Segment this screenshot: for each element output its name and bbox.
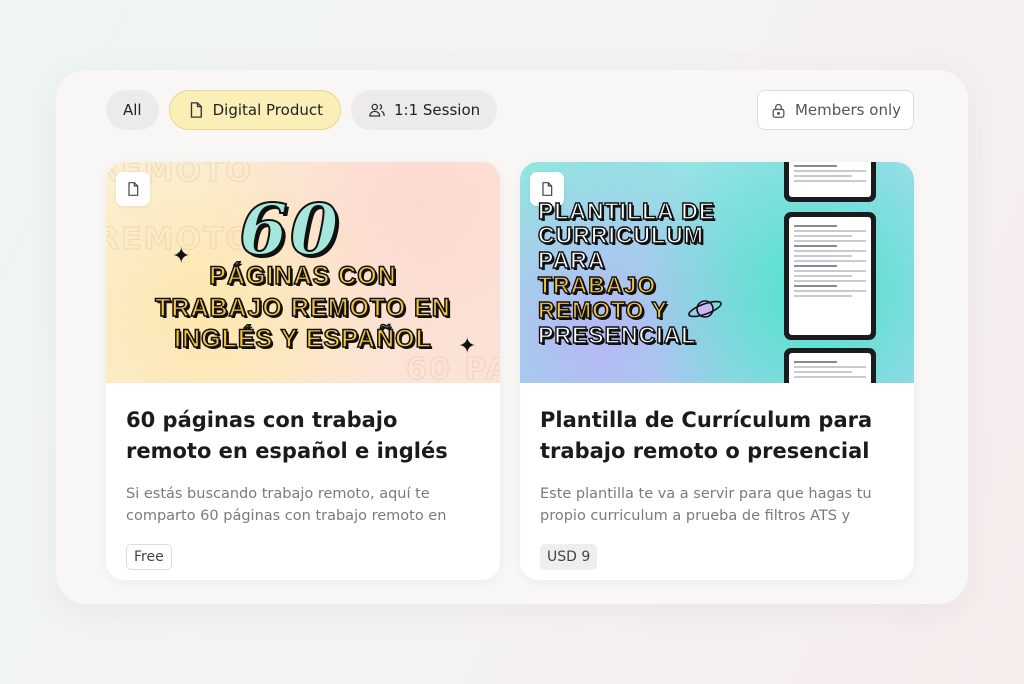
file-icon [542, 182, 553, 196]
resume-preview [784, 212, 876, 340]
product-description: Si estás buscando trabajo remoto, aquí t… [126, 486, 447, 524]
banner-line: PARA [537, 246, 606, 273]
file-icon [190, 102, 202, 118]
lock-icon [772, 103, 785, 118]
banner-line: INGLÉS Y ESPAÑOL [173, 324, 432, 354]
banner-line: PÁGINAS CON [209, 261, 397, 291]
banner-number: 60 [238, 187, 341, 272]
banner-line: PLANTILLA DE [537, 197, 716, 224]
resume-preview [784, 348, 876, 383]
card-body: Plantilla de Currículum para trabajo rem… [520, 383, 914, 527]
product-panel: All Digital Product 1:1 Session Members … [56, 70, 968, 604]
filter-bar: All Digital Product 1:1 Session [106, 90, 498, 130]
resume-preview [784, 162, 876, 202]
filter-session-chip[interactable]: 1:1 Session [350, 90, 498, 130]
product-banner: REMOTO REMOTO 60 PAGI 60 ✦ ✦ PÁGINAS CON… [106, 162, 500, 383]
banner-line: CURRICULUM [537, 221, 704, 248]
members-only-label: Members only [794, 101, 901, 119]
banner-ghost-text: 60 PAGI [405, 352, 500, 384]
banner-line: PRESENCIAL [537, 321, 697, 348]
product-title: 60 páginas con trabajo remoto en español… [126, 408, 448, 463]
price-badge: USD 9 [540, 544, 598, 570]
filter-all-chip[interactable]: All [106, 90, 159, 130]
members-only-button[interactable]: Members only [756, 90, 914, 130]
filter-all-label: All [123, 101, 142, 119]
product-title: Plantilla de Currículum para trabajo rem… [540, 408, 873, 463]
product-card[interactable]: PLANTILLA DE CURRICULUM PARA TRABAJO REM… [520, 162, 914, 580]
filter-digital-product-chip[interactable]: Digital Product [168, 90, 341, 130]
banner-line: TRABAJO REMOTO EN [154, 293, 451, 323]
price-badge: Free [126, 544, 172, 570]
filter-digital-product-label: Digital Product [212, 101, 323, 119]
card-body: 60 páginas con trabajo remoto en español… [106, 383, 500, 527]
product-card[interactable]: REMOTO REMOTO 60 PAGI 60 ✦ ✦ PÁGINAS CON… [106, 162, 500, 580]
product-description: Este plantilla te va a servir para que h… [540, 486, 872, 524]
banner-line: REMOTO Y [537, 296, 668, 323]
file-badge [116, 172, 150, 206]
filter-session-label: 1:1 Session [393, 101, 481, 119]
banner-line: TRABAJO [537, 271, 657, 298]
file-icon [128, 182, 139, 196]
product-banner: PLANTILLA DE CURRICULUM PARA TRABAJO REM… [520, 162, 914, 383]
orbit-icon [688, 300, 722, 318]
users-icon [369, 103, 385, 117]
